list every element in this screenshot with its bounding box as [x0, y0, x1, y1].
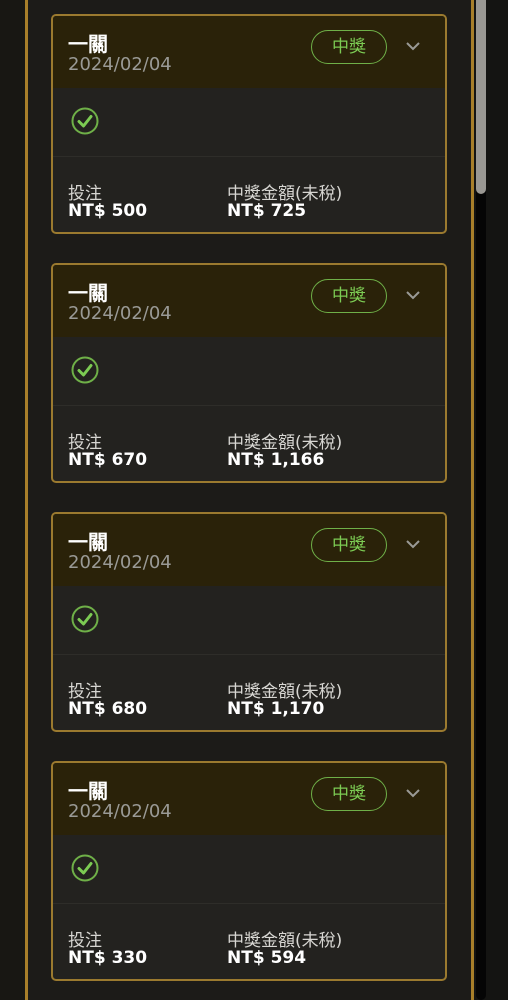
- stake-value: NT$ 500: [68, 201, 148, 221]
- bet-card-header[interactable]: 一關 2024/02/04 中獎: [53, 514, 445, 586]
- chevron-down-icon[interactable]: [405, 289, 421, 301]
- bet-date: 2024/02/04: [68, 801, 172, 822]
- payout-value: NT$ 594: [227, 948, 307, 968]
- stake-value: NT$ 680: [68, 699, 148, 719]
- bet-type-title: 一關: [68, 779, 108, 803]
- bet-card[interactable]: 一關 2024/02/04 中獎 投注 NT$ 330 中獎金額(未稅) NT$…: [51, 761, 447, 981]
- bet-date: 2024/02/04: [68, 552, 172, 573]
- divider: [53, 156, 445, 157]
- bet-card[interactable]: 一關 2024/02/04 中獎 投注 NT$ 670 中獎金額(未稅) NT$…: [51, 263, 447, 483]
- check-circle-icon: [71, 356, 99, 384]
- chevron-down-icon[interactable]: [405, 538, 421, 550]
- check-circle-icon: [71, 854, 99, 882]
- bet-date: 2024/02/04: [68, 54, 172, 75]
- bet-type-title: 一關: [68, 281, 108, 305]
- status-badge: 中獎: [311, 30, 387, 64]
- bet-history-page: 一關 2024/02/04 中獎 投注 NT$ 500 中獎金額(未稅) NT$…: [0, 0, 508, 1000]
- chevron-down-icon[interactable]: [405, 40, 421, 52]
- chevron-down-icon[interactable]: [405, 787, 421, 799]
- payout-value: NT$ 725: [227, 201, 307, 221]
- bet-type-title: 一關: [68, 32, 108, 56]
- bet-card-header[interactable]: 一關 2024/02/04 中獎: [53, 763, 445, 835]
- status-badge: 中獎: [311, 279, 387, 313]
- scrollbar-thumb[interactable]: [476, 0, 486, 194]
- payout-value: NT$ 1,170: [227, 699, 325, 719]
- left-margin: [0, 0, 25, 1000]
- bet-card-header[interactable]: 一關 2024/02/04 中獎: [53, 16, 445, 88]
- bet-date: 2024/02/04: [68, 303, 172, 324]
- divider: [53, 654, 445, 655]
- payout-value: NT$ 1,166: [227, 450, 325, 470]
- stake-value: NT$ 330: [68, 948, 148, 968]
- check-circle-icon: [71, 605, 99, 633]
- stake-value: NT$ 670: [68, 450, 148, 470]
- bet-card[interactable]: 一關 2024/02/04 中獎 投注 NT$ 500 中獎金額(未稅) NT$…: [51, 14, 447, 234]
- bet-type-title: 一關: [68, 530, 108, 554]
- status-badge: 中獎: [311, 528, 387, 562]
- status-badge: 中獎: [311, 777, 387, 811]
- divider: [53, 903, 445, 904]
- left-gold-border: [25, 0, 28, 1000]
- bet-card-header[interactable]: 一關 2024/02/04 中獎: [53, 265, 445, 337]
- check-circle-icon: [71, 107, 99, 135]
- bet-card[interactable]: 一關 2024/02/04 中獎 投注 NT$ 680 中獎金額(未稅) NT$…: [51, 512, 447, 732]
- divider: [53, 405, 445, 406]
